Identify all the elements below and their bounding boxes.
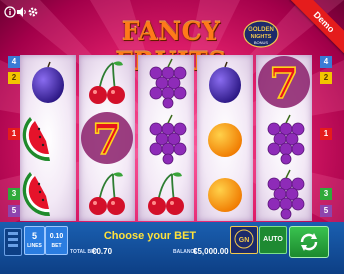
total-bet-value: €0.70 (92, 247, 113, 256)
cherry-icon (89, 172, 125, 215)
paytable-button[interactable] (4, 228, 22, 256)
line-marker-right-4: 4 (320, 56, 332, 68)
line-marker-left-4: 4 (8, 56, 20, 68)
line-marker-left-1: 1 (8, 128, 20, 140)
svg-text:BONUS: BONUS (254, 40, 269, 45)
top-bar: FANCY FRUITS GOLDEN NIGHTS BONUS Demo (0, 0, 344, 76)
cherry-icon (89, 61, 125, 104)
line-marker-right-1: 1 (320, 128, 332, 140)
bet-value: 0.10 (49, 233, 64, 240)
line-marker-left-3: 3 (8, 188, 20, 200)
settings-icon[interactable] (27, 6, 39, 18)
golden-nights-button[interactable]: GN (230, 226, 258, 254)
orange-icon (208, 178, 242, 212)
info-icon[interactable] (4, 6, 16, 18)
line-marker-right-3: 3 (320, 188, 332, 200)
melon-icon (22, 172, 50, 217)
reel-3 (138, 55, 194, 221)
spin-button[interactable] (289, 226, 329, 258)
orange-icon (208, 123, 242, 157)
grape-icon (149, 58, 187, 109)
golden-nights-logo: GOLDEN NIGHTS BONUS (243, 20, 279, 48)
bet-label: BET (51, 243, 62, 249)
game-screen: FANCY FRUITS GOLDEN NIGHTS BONUS Demo 4 … (0, 0, 344, 274)
lines-value: 5 (31, 231, 37, 241)
lines-selector[interactable]: 5 LINES (24, 226, 45, 255)
plum-icon (209, 61, 241, 103)
cherry-icon (148, 172, 184, 215)
seven-icon: 7 (81, 112, 133, 165)
auto-button[interactable]: AUTO (259, 226, 287, 254)
reel-1 (20, 55, 76, 221)
line-marker-left-5: 5 (8, 205, 20, 217)
grape-icon (149, 114, 187, 165)
game-title: FANCY FRUITS (115, 17, 226, 76)
grape-icon (267, 169, 305, 220)
reel-2: 7 (79, 55, 135, 221)
bet-selector[interactable]: 0.10 BET (45, 226, 68, 255)
line-marker-right-5: 5 (320, 205, 332, 217)
reel-5: 7 (256, 55, 312, 221)
plum-icon (32, 61, 64, 103)
svg-text:GN: GN (239, 237, 250, 244)
line-marker-right-2: 2 (320, 72, 332, 84)
grape-icon (267, 114, 305, 165)
reel-area: 7 7 (20, 55, 314, 221)
line-marker-left-2: 2 (8, 72, 20, 84)
svg-text:7: 7 (92, 115, 121, 164)
svg-text:GOLDEN: GOLDEN (248, 27, 274, 33)
svg-text:7: 7 (269, 59, 298, 108)
seven-icon: 7 (258, 56, 310, 109)
balance-value: €5,000.00 (193, 247, 229, 256)
spin-icon (300, 233, 318, 251)
reel-4 (197, 55, 253, 221)
lines-label: LINES (27, 243, 42, 249)
melon-icon (22, 117, 50, 162)
demo-ribbon: Demo (290, 0, 344, 56)
status-message: Choose your BET (103, 230, 197, 242)
